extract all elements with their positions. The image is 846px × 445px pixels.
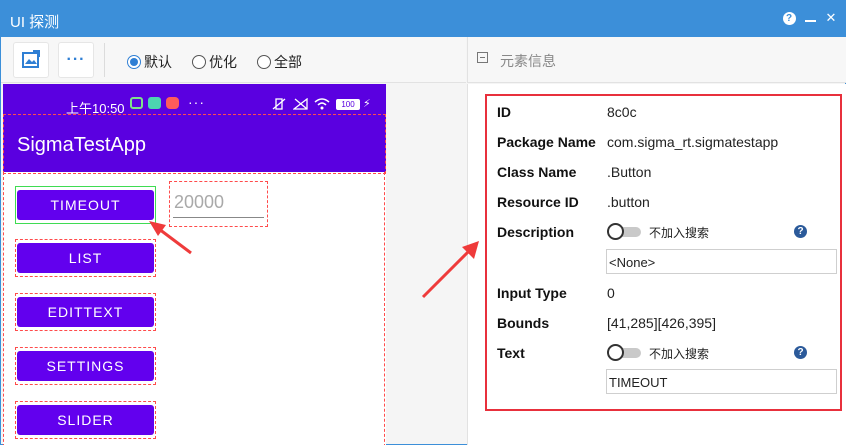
annotation-arrow-to-panel [421,249,471,299]
description-help-icon[interactable]: ? [794,225,807,238]
title-bar: UI 探测 ? ✕ [1,1,846,37]
mode-radio-default[interactable]: 默认 [127,52,172,72]
bounds-value: [41,285][426,395] [607,315,716,331]
game-notification-icon [166,97,179,109]
app-bar: SigmaTestApp [3,116,386,172]
more-notifications-icon: ··· [188,94,205,110]
id-value: 8c0c [607,104,637,120]
radio-selected-icon [127,55,141,69]
toolbar-divider [104,43,105,77]
class-name-value: .Button [607,164,652,180]
minimize-button[interactable] [802,10,818,26]
battery-icon: 100 [336,99,360,110]
radio-icon [257,55,271,69]
app-title: SigmaTestApp [17,134,146,156]
input-type-label: Input Type [497,285,567,301]
text-input[interactable]: TIMEOUT [606,369,837,394]
status-time: 上午10:50 [66,101,125,116]
mode-radio-all[interactable]: 全部 [257,52,302,72]
minimize-icon [804,20,816,22]
timeout-edit-field[interactable]: 20000 [173,188,264,218]
description-label: Description [497,224,575,240]
input-type-value: 0 [607,285,615,301]
ui-inspector-window: UI 探测 ? ✕ ··· 默认 优化 全部 上午10:50 ··· 100 ⚡… [0,0,846,445]
radio-icon [192,55,206,69]
help-button[interactable]: ? [781,10,797,26]
id-label: ID [497,104,511,120]
element-info-title: 元素信息 [500,53,556,69]
resource-id-value: .button [607,194,650,210]
app-notification-icon [130,97,143,109]
slider-button[interactable]: SLIDER [17,405,154,435]
text-search-toggle[interactable] [607,344,641,361]
text-label: Text [497,345,525,361]
screenshot-button[interactable] [13,42,49,78]
toolbar: ··· 默认 优化 全部 [1,37,466,83]
class-name-label: Class Name [497,164,577,180]
signal-icon [292,97,309,113]
resource-id-label: Resource ID [497,194,579,210]
charging-icon: ⚡ [363,98,371,110]
wifi-icon [314,98,330,113]
help-icon: ? [782,11,796,25]
edittext-button[interactable]: EDITTEXT [17,297,154,327]
package-name-label: Package Name [497,134,596,150]
more-button[interactable]: ··· [58,42,94,78]
element-info-header: 元素信息 [467,37,846,83]
text-toggle-label: 不加入搜索 [649,347,710,361]
status-bar: 上午10:50 ··· 100 ⚡ [3,84,386,116]
collapse-icon[interactable] [477,52,488,63]
description-search-toggle[interactable] [607,223,641,240]
description-toggle-label: 不加入搜索 [649,226,710,240]
vibrate-off-icon [271,98,287,113]
window-title: UI 探测 [10,14,60,31]
device-screen[interactable]: 上午10:50 ··· 100 ⚡ SigmaTestApp TIMEOUT L [3,84,386,445]
description-input[interactable]: <None> [606,249,837,274]
mode-radio-optimize[interactable]: 优化 [192,52,237,72]
timeout-button[interactable]: TIMEOUT [17,190,154,220]
text-help-icon[interactable]: ? [794,346,807,359]
list-button[interactable]: LIST [17,243,154,273]
bounds-label: Bounds [497,315,550,331]
settings-button[interactable]: SETTINGS [17,351,154,381]
shield-notification-icon [148,97,161,109]
close-button[interactable]: ✕ [823,10,839,26]
screenshot-icon [22,50,40,68]
package-name-value: com.sigma_rt.sigmatestapp [607,134,779,150]
